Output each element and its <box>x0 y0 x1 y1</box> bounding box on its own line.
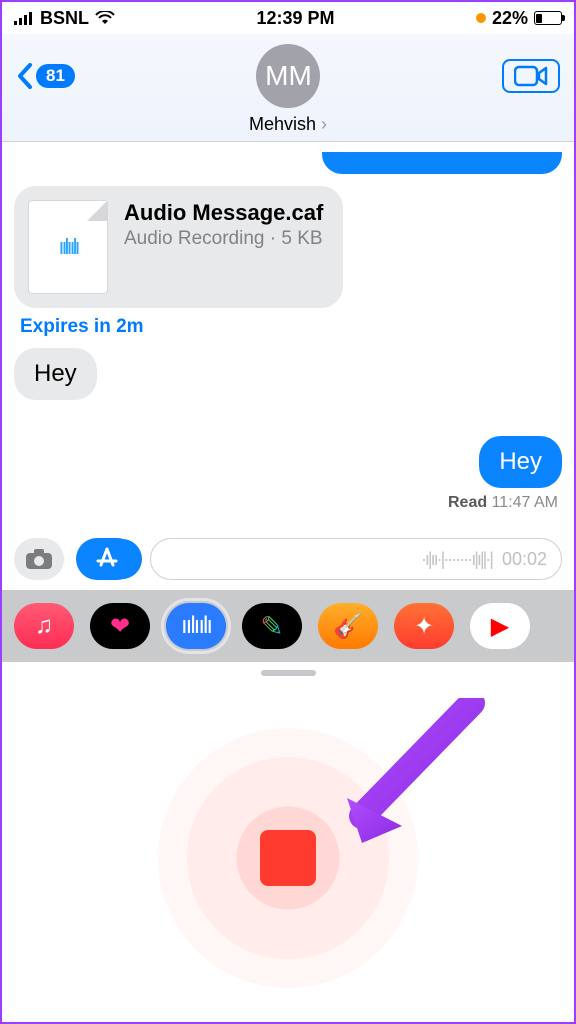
drag-handle[interactable] <box>261 670 316 676</box>
audio-recording-panel <box>2 662 574 1022</box>
app-clips[interactable]: ✦ <box>394 603 454 649</box>
stop-recording-button[interactable] <box>260 830 316 886</box>
message-input-row: ·ı|ıı·|·······ı|ı||·| 00:02 <box>2 528 574 590</box>
contact-avatar[interactable]: MM <box>256 44 320 108</box>
signal-icon <box>14 11 34 25</box>
heart-icon: ❤ <box>110 612 130 641</box>
recording-indicator-icon <box>476 13 486 23</box>
audio-attachment-bubble[interactable]: ıılıılı Audio Message.caf Audio Recordin… <box>14 186 343 308</box>
message-bubble-outgoing[interactable]: Hey <box>479 436 562 488</box>
app-digital-touch[interactable]: ❤ <box>90 603 150 649</box>
message-text-field[interactable]: ·ı|ıı·|·······ı|ı||·| 00:02 <box>150 538 562 580</box>
waveform-icon: ıılıılı <box>181 612 211 640</box>
camera-button[interactable] <box>14 538 64 580</box>
audio-file-icon: ıılıılı <box>28 200 108 294</box>
attachment-filename: Audio Message.caf <box>124 200 323 226</box>
facetime-button[interactable] <box>502 59 560 93</box>
imessage-app-strip[interactable]: ♫ ❤ ıılıılı ✎ 🎸 ✦ ▶ <box>2 590 574 662</box>
chevron-right-icon: › <box>321 114 327 135</box>
unread-count-badge: 81 <box>36 64 75 88</box>
app-youtube[interactable]: ▶ <box>470 603 530 649</box>
contact-name-button[interactable]: Mehvish › <box>249 114 327 135</box>
wifi-icon <box>95 11 115 25</box>
battery-pct: 22% <box>492 8 528 29</box>
status-bar: BSNL 12:39 PM 22% <box>2 2 574 34</box>
carrier-label: BSNL <box>40 8 89 29</box>
message-bubble-incoming[interactable]: Hey <box>14 348 97 400</box>
battery-icon <box>534 11 562 25</box>
guitar-icon: 🎸 <box>333 612 363 641</box>
video-icon <box>514 65 548 87</box>
play-icon: ▶ <box>491 612 509 641</box>
app-music[interactable]: ♫ <box>14 603 74 649</box>
clock: 12:39 PM <box>256 8 334 29</box>
waveform-preview-icon: ·ı|ıı·|·······ı|ı||·| <box>421 549 492 570</box>
message-list[interactable]: ıılıılı Audio Message.caf Audio Recordin… <box>2 142 574 528</box>
brush-icon: ✎ <box>260 610 283 643</box>
waveform-icon: ıılıılı <box>58 234 77 260</box>
app-store-button[interactable] <box>76 538 138 580</box>
attachment-subtitle: Audio Recording · 5 KB <box>124 228 323 250</box>
back-button[interactable]: 81 <box>16 61 75 91</box>
read-receipt: Read 11:47 AM <box>448 494 558 512</box>
annotation-arrow-icon <box>342 698 492 848</box>
camera-icon <box>25 548 53 570</box>
expiry-label: Expires in 2m <box>20 316 144 338</box>
recording-timer: 00:02 <box>502 549 547 570</box>
conversation-header: 81 MM Mehvish › <box>2 34 574 142</box>
app-images[interactable]: ✎ <box>242 603 302 649</box>
app-garageband[interactable]: 🎸 <box>318 603 378 649</box>
message-bubble-outgoing[interactable] <box>322 152 562 174</box>
wand-icon: ✦ <box>414 612 434 641</box>
app-store-icon <box>94 546 120 572</box>
app-audio-message[interactable]: ıılıılı <box>166 603 226 649</box>
chevron-left-icon <box>16 61 36 91</box>
music-icon: ♫ <box>35 612 53 640</box>
